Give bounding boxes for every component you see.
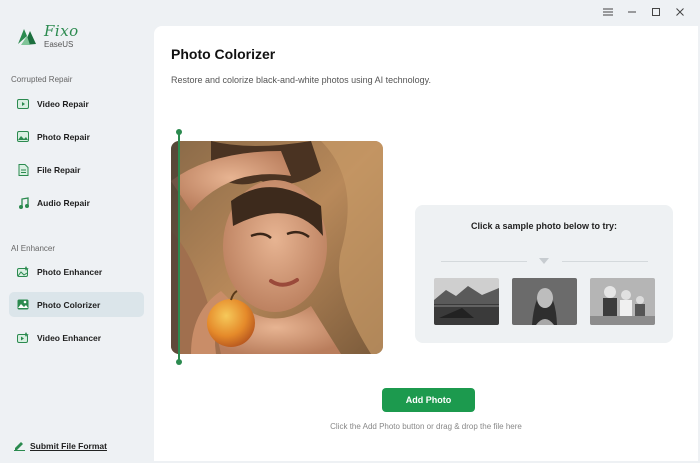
section-label-ai-enhancer: AI Enhancer xyxy=(11,244,56,253)
video-repair-icon xyxy=(17,98,29,110)
photo-repair-icon xyxy=(17,131,29,143)
logo-subtitle: EaseUS xyxy=(44,40,74,49)
sample-photos-panel: Click a sample photo below to try: xyxy=(415,205,673,343)
preview-photo xyxy=(171,141,383,354)
logo-name: Fixo xyxy=(44,22,79,40)
close-icon[interactable] xyxy=(668,4,692,20)
sidebar: Fixo EaseUS Corrupted Repair Video Repai… xyxy=(0,0,154,463)
main-panel: Photo Colorizer Restore and colorize bla… xyxy=(154,26,698,461)
sidebar-item-label: Photo Repair xyxy=(37,131,90,142)
section-label-corrupted-repair: Corrupted Repair xyxy=(11,75,73,84)
edit-icon xyxy=(14,442,25,451)
minimize-icon[interactable] xyxy=(620,4,644,20)
drop-hint: Click the Add Photo button or drag & dro… xyxy=(330,422,522,431)
sample-photo-family[interactable] xyxy=(590,278,655,325)
photo-colorizer-icon xyxy=(17,299,29,311)
sidebar-item-audio-repair[interactable]: Audio Repair xyxy=(9,190,144,215)
menu-icon[interactable] xyxy=(596,4,620,20)
sample-photo-landscape[interactable] xyxy=(434,278,499,325)
sidebar-item-photo-enhancer[interactable]: Photo Enhancer xyxy=(9,259,144,284)
submit-file-format-label: Submit File Format xyxy=(30,440,107,451)
sidebar-item-video-repair[interactable]: Video Repair xyxy=(9,91,144,116)
audio-repair-icon xyxy=(17,196,29,209)
sidebar-item-label: Video Enhancer xyxy=(37,332,102,343)
add-photo-button[interactable]: Add Photo xyxy=(382,388,475,412)
divider xyxy=(441,261,527,262)
page-subtitle: Restore and colorize black-and-white pho… xyxy=(171,75,431,85)
sidebar-item-photo-colorizer[interactable]: Photo Colorizer xyxy=(9,292,144,317)
video-enhancer-icon xyxy=(17,332,29,344)
sample-photo-woman[interactable] xyxy=(512,278,577,325)
compare-slider-line[interactable] xyxy=(178,132,180,362)
sidebar-item-label: Photo Enhancer xyxy=(37,266,103,277)
submit-file-format-link[interactable]: Submit File Format xyxy=(14,440,107,451)
fixo-logo-icon xyxy=(18,28,36,45)
sidebar-item-video-enhancer[interactable]: Video Enhancer xyxy=(9,325,144,350)
compare-slider-handle-bottom[interactable] xyxy=(176,359,182,365)
page-title: Photo Colorizer xyxy=(171,46,276,62)
sidebar-item-label: Audio Repair xyxy=(37,197,90,208)
maximize-icon[interactable] xyxy=(644,4,668,20)
photo-enhancer-icon xyxy=(17,266,29,278)
sidebar-item-photo-repair[interactable]: Photo Repair xyxy=(9,124,144,149)
sidebar-item-label: Video Repair xyxy=(37,98,89,109)
file-repair-icon xyxy=(17,163,29,176)
window-controls xyxy=(596,4,692,20)
app-logo: Fixo EaseUS xyxy=(16,24,79,49)
sidebar-item-file-repair[interactable]: File Repair xyxy=(9,157,144,182)
divider xyxy=(562,261,648,262)
compare-slider-handle-top[interactable] xyxy=(176,129,182,135)
sidebar-item-label: Photo Colorizer xyxy=(37,299,101,310)
sample-title: Click a sample photo below to try: xyxy=(470,221,618,231)
sidebar-item-label: File Repair xyxy=(37,164,81,175)
chevron-down-icon xyxy=(539,258,549,264)
